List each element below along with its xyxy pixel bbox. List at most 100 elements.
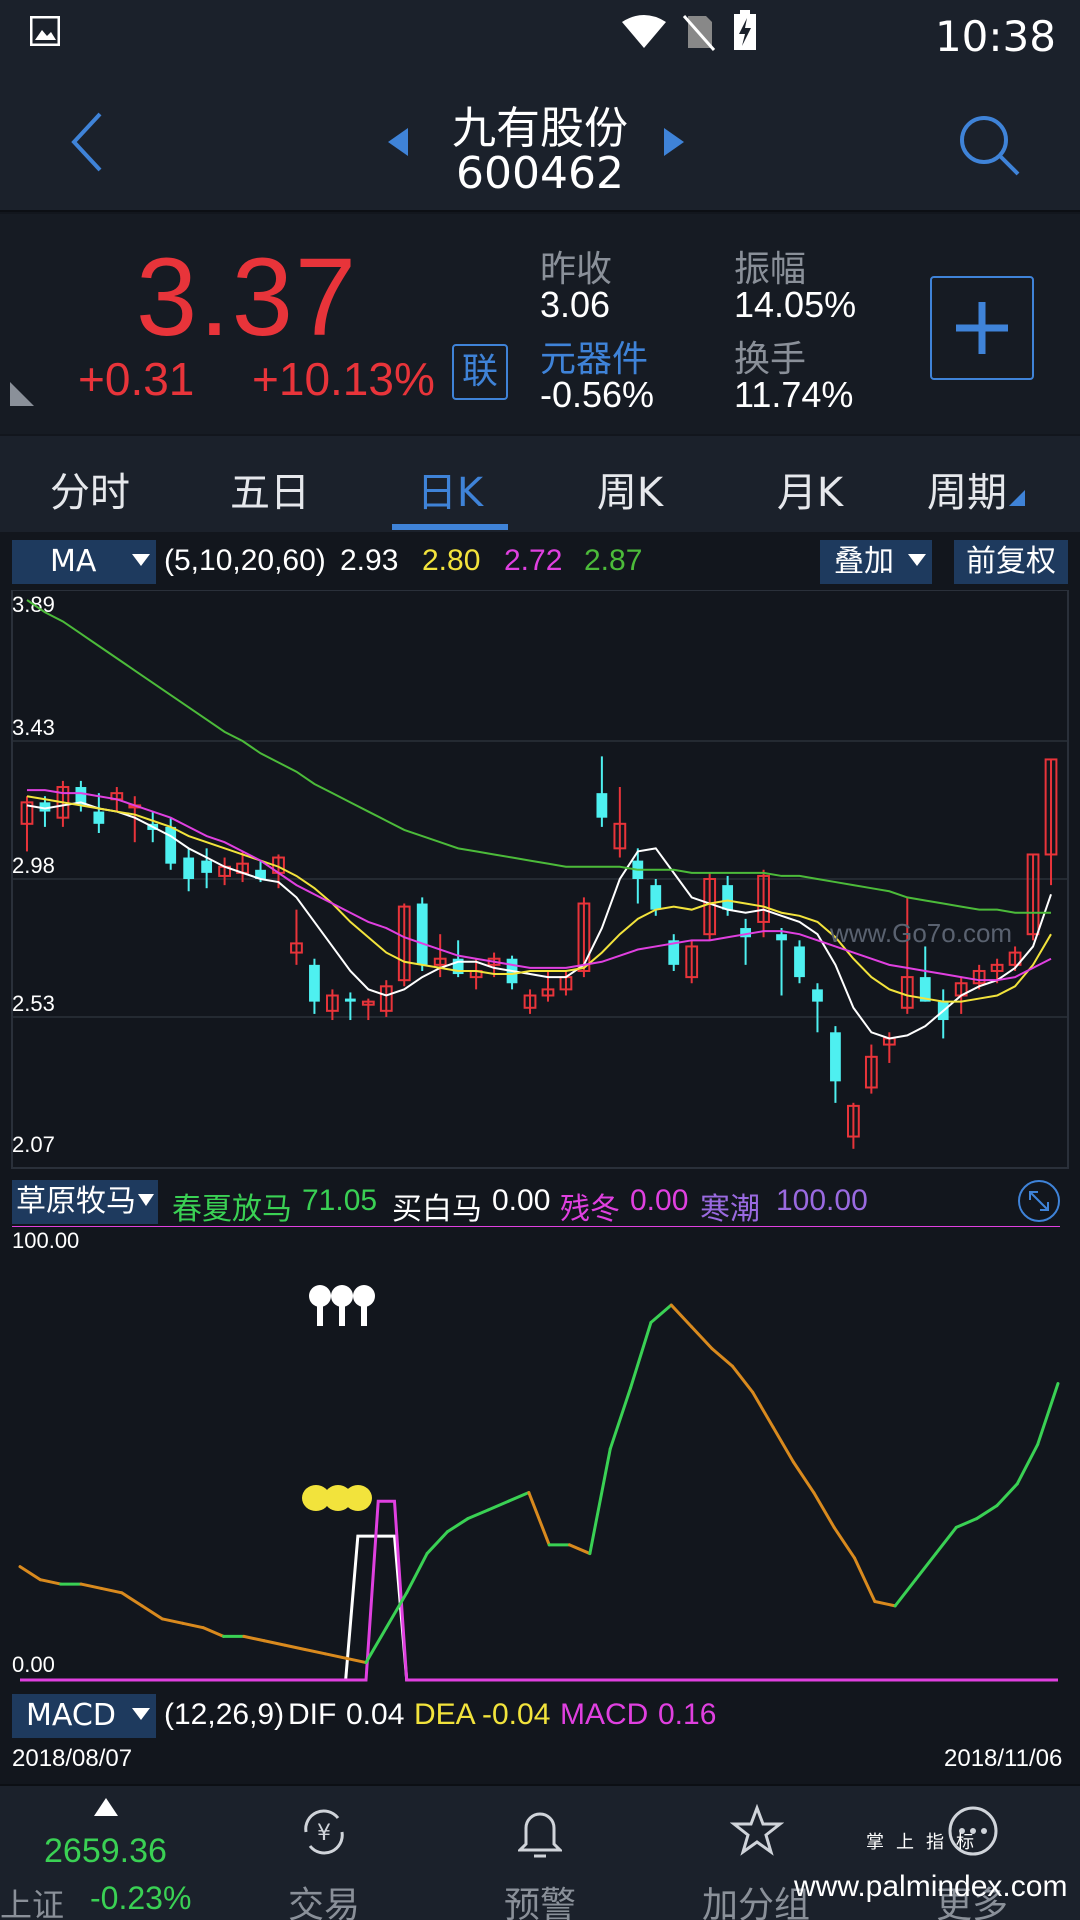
series-segment <box>588 1447 612 1556</box>
series-segment <box>405 1552 429 1595</box>
y-tick-label: 2.07 <box>12 1132 55 1157</box>
candle <box>326 989 339 1021</box>
candle <box>201 848 213 889</box>
macd-dropdown-label: MACD <box>26 1698 116 1733</box>
overlay-dropdown[interactable]: 叠加 <box>820 540 932 584</box>
macd-dropdown[interactable]: MACD <box>12 1694 156 1738</box>
ma-dropdown-label: MA <box>50 544 97 579</box>
nav-alert-label: 预警 <box>503 1885 576 1920</box>
series-segment <box>344 1656 368 1665</box>
add-watchlist-button[interactable] <box>930 276 1034 380</box>
macd-legend-row: MACD (12,26,9) DIF 0.04 DEA -0.04 MACD 0… <box>0 1688 1080 1744</box>
candle <box>812 983 823 1033</box>
tab-daily-k[interactable]: 日K <box>360 460 540 518</box>
index-quote[interactable]: 2659.36 上证 -0.23% <box>0 1786 212 1920</box>
brand-watermark-bottom: www.palmindex.com <box>794 1870 1068 1903</box>
nav-trade[interactable]: ¥ 交易 <box>234 1786 414 1920</box>
tab-weekly-k[interactable]: 周K <box>540 460 720 518</box>
ma-line-ma60 <box>26 599 1052 914</box>
series-segment <box>832 1525 856 1560</box>
tab-period[interactable]: 周期 <box>886 460 1066 518</box>
indicator-legend-row: 草原牧马 春夏放马 71.05 买白马 0.00 残冬 0.00 寒潮 100.… <box>0 1174 1080 1230</box>
tab-monthly-k[interactable]: 月K <box>720 460 900 518</box>
series-segment <box>283 1643 307 1651</box>
series-segment <box>710 1347 734 1368</box>
series-segment <box>914 1552 938 1582</box>
series-segment <box>954 1517 979 1529</box>
series-segment <box>568 1543 592 1556</box>
series-segment <box>527 1491 551 1547</box>
adjust-button[interactable]: 前复权 <box>954 540 1068 584</box>
series-segment <box>506 1491 531 1503</box>
macd-params: (12,26,9) <box>164 1698 285 1731</box>
index-name: 上证 <box>0 1886 65 1920</box>
index-value: 2659.36 <box>44 1832 167 1870</box>
candle <box>864 1044 878 1094</box>
back-chevron-icon[interactable] <box>68 110 108 174</box>
series-segment <box>303 1647 327 1656</box>
dea-label: DEA <box>414 1698 476 1731</box>
ma-legend-row: MA (5,10,20,60) 2.93 2.80 2.72 2.87 叠加 前… <box>0 534 1080 590</box>
series-segment <box>649 1303 673 1324</box>
corner-triangle-icon <box>10 382 34 406</box>
candle <box>1026 853 1040 941</box>
y-tick-label: 2.98 <box>12 853 55 878</box>
coin-marker-icon <box>302 1485 372 1511</box>
dropdown-arrow-icon <box>138 1194 154 1206</box>
series-segment <box>690 1325 714 1351</box>
ma-indicator-dropdown[interactable]: MA <box>12 540 156 584</box>
indicator-dropdown[interactable]: 草原牧马 <box>12 1180 158 1224</box>
series-segment <box>323 1652 348 1660</box>
ma-params: (5,10,20,60) <box>164 544 326 577</box>
candle <box>847 1102 860 1149</box>
tab-five-day[interactable]: 五日 <box>180 460 360 518</box>
next-stock-arrow-icon[interactable] <box>664 128 684 156</box>
amplitude-value: 14.05% <box>734 284 857 325</box>
series-segment <box>262 1639 287 1647</box>
signal-line <box>20 1499 1058 1682</box>
series-segment <box>99 1586 124 1595</box>
yen-exchange-icon: ¥ <box>304 1809 344 1855</box>
linked-badge[interactable]: 联 <box>452 344 508 400</box>
search-icon[interactable] <box>958 114 1022 178</box>
status-bar: 10:38 <box>0 0 1080 80</box>
series-segment <box>181 1621 205 1630</box>
candle <box>919 946 931 1002</box>
y-tick-label: 3.43 <box>12 715 55 740</box>
watermark: www.Go7o.com <box>829 918 1012 948</box>
series-segment <box>120 1591 144 1608</box>
expand-icon[interactable] <box>1016 1178 1062 1224</box>
ind-v3: 0.00 <box>630 1184 689 1217</box>
wifi-icon <box>622 15 666 48</box>
series-segment <box>751 1390 775 1429</box>
start-date: 2018/08/07 <box>12 1745 133 1772</box>
candle <box>757 869 770 938</box>
image-notification-icon <box>30 16 60 46</box>
ma20-value: 2.72 <box>504 544 563 577</box>
series-segment <box>1015 1443 1040 1486</box>
dropdown-arrow-icon <box>908 554 926 566</box>
series-segment <box>669 1303 694 1329</box>
svg-text:¥: ¥ <box>317 1821 331 1846</box>
series-segment <box>893 1578 918 1608</box>
active-tab-indicator <box>392 524 508 530</box>
period-tabs: 分时 五日 日K 周K 月K 周期 <box>0 436 1080 532</box>
ind-l1: 春夏放马 <box>172 1193 292 1226</box>
candlestick-chart[interactable]: 3.893.432.982.532.07 www.Go7o.com <box>0 590 1080 1172</box>
nav-alert[interactable]: 预警 <box>450 1786 630 1920</box>
tab-intraday[interactable]: 分时 <box>0 460 180 518</box>
candle <box>397 903 411 987</box>
ma-line-ma10 <box>26 795 1052 1003</box>
series-segment <box>160 1617 185 1625</box>
price-change: +0.31 <box>78 353 195 405</box>
series-segment <box>852 1556 877 1604</box>
turnover-value: 11.74% <box>734 374 854 415</box>
candle <box>794 940 805 984</box>
series-segment <box>730 1364 755 1394</box>
ma60-value: 2.87 <box>584 544 643 577</box>
sector-value: -0.56% <box>540 374 655 415</box>
series-segment <box>629 1320 653 1390</box>
macd-value: 0.16 <box>658 1698 717 1731</box>
ind-l4: 寒潮 <box>700 1193 760 1226</box>
indicator-chart[interactable]: 100.00 0.00 <box>0 1226 1080 1686</box>
